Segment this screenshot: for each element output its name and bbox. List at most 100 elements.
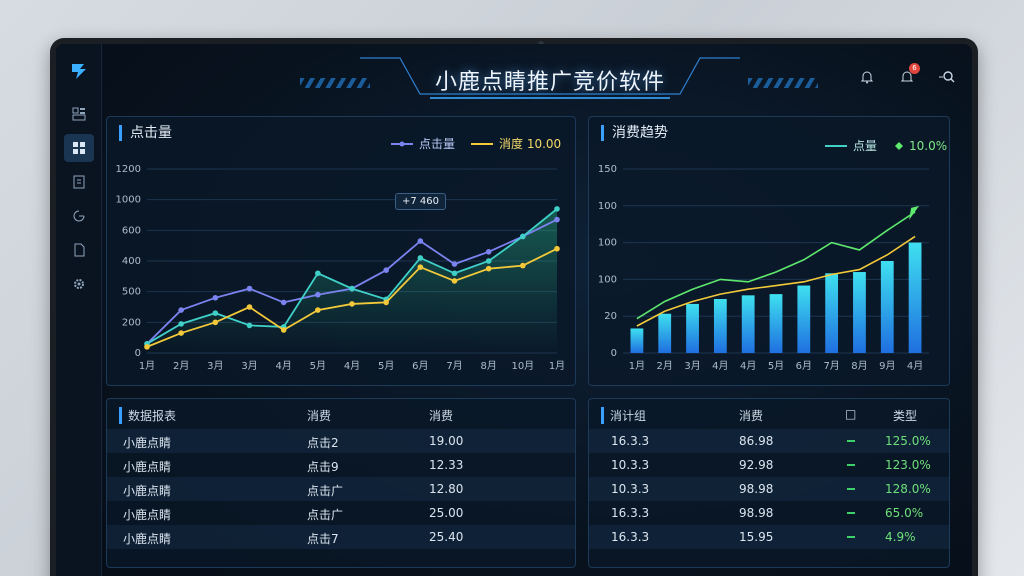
y-tick-label: 400 bbox=[122, 256, 141, 267]
chart-tooltip: +7 460 bbox=[395, 193, 447, 210]
table-row[interactable]: 小鹿点睛 点击广 12.80 bbox=[107, 477, 575, 501]
table-row[interactable]: 10.3.3 98.98 128.0% bbox=[589, 477, 949, 501]
data-point bbox=[417, 255, 424, 261]
x-tick-label: 7月 bbox=[446, 360, 462, 372]
data-point bbox=[520, 262, 526, 269]
spend-bar-chart: 0 20 100 100 100 150 1月 2月 3月 4月 4月 5月 6月 7月 8月 9月 4月 bbox=[598, 164, 929, 372]
table-cell: 10.3.3 bbox=[611, 482, 650, 496]
x-tick-label: 1月 bbox=[139, 360, 155, 372]
data-point bbox=[144, 344, 150, 350]
sidebar-item-dashboard[interactable] bbox=[64, 100, 94, 128]
table-row[interactable]: 小鹿点睛 点击9 12.33 bbox=[107, 453, 575, 477]
data-point bbox=[383, 267, 389, 273]
clicks-panel: 点击量 点击量 消度 10.00 0 200 500 400 600 1000 1200 1月… bbox=[106, 116, 576, 386]
top-bar: 小鹿点睛推广竞价软件 6 bbox=[102, 44, 972, 106]
trend-dash-icon bbox=[847, 536, 855, 538]
bar bbox=[769, 294, 783, 353]
table-cell: 16.3.3 bbox=[611, 530, 650, 544]
bar bbox=[880, 261, 894, 353]
y-tick-label: 20 bbox=[604, 311, 617, 322]
data-point bbox=[451, 278, 458, 284]
bar bbox=[713, 299, 727, 353]
table-row[interactable]: 小鹿点睛 点击7 25.40 bbox=[107, 525, 575, 549]
table-cell: 19.00 bbox=[429, 434, 464, 448]
data-point bbox=[417, 238, 424, 244]
sidebar-item-report[interactable] bbox=[64, 168, 94, 196]
table-cell: 98.98 bbox=[739, 506, 774, 520]
spend-panel: 消费趋势 点量 10.0% 0 20 100 100 100 150 1月 2月 3月 4月 4月 5… bbox=[588, 116, 950, 386]
header-checkbox[interactable]: □ bbox=[845, 407, 856, 421]
layout-icon bbox=[73, 142, 85, 154]
message-button[interactable]: 6 bbox=[896, 63, 920, 88]
trend-dash-icon bbox=[847, 440, 855, 442]
top-icons: 6 bbox=[856, 63, 958, 88]
data-point bbox=[451, 261, 458, 267]
trend-dash-icon bbox=[847, 512, 855, 514]
y-tick-label: 150 bbox=[598, 164, 617, 175]
x-tick-label: 6月 bbox=[796, 360, 812, 372]
x-tick-label: 7月 bbox=[823, 360, 839, 372]
sidebar-item-settings[interactable] bbox=[64, 270, 94, 298]
bar bbox=[741, 295, 755, 353]
table-cell: 小鹿点睛 bbox=[123, 436, 172, 450]
table-row[interactable]: 10.3.3 92.98 123.0% bbox=[589, 453, 949, 477]
table-cell: 16.3.3 bbox=[611, 506, 650, 520]
clicks-line-chart: 0 200 500 400 600 1000 1200 1月 2月 3月 3月 4月 5月 4月 5月 6月 7… bbox=[116, 164, 566, 372]
data-point bbox=[485, 258, 492, 264]
table-cell: 92.98 bbox=[739, 458, 774, 472]
search-button[interactable] bbox=[936, 66, 958, 88]
data-point bbox=[315, 291, 321, 298]
x-tick-label: 2月 bbox=[657, 360, 673, 372]
bar bbox=[658, 313, 672, 353]
data-point bbox=[520, 233, 526, 240]
app-title: 小鹿点睛推广竞价软件 bbox=[434, 70, 665, 95]
data-point bbox=[212, 319, 219, 326]
x-tick-label: 8月 bbox=[851, 360, 867, 372]
table-cell: 128.0% bbox=[885, 482, 931, 496]
sidebar-item-document[interactable] bbox=[64, 236, 94, 264]
x-tick-label: 3月 bbox=[684, 360, 700, 372]
sidebar-item-layout[interactable] bbox=[64, 134, 94, 162]
x-tick-label: 6月 bbox=[412, 360, 428, 372]
data-point bbox=[280, 327, 287, 333]
data-point bbox=[315, 307, 321, 313]
sidebar-item-analytics[interactable] bbox=[64, 202, 94, 230]
table-cell: 25.40 bbox=[429, 530, 464, 544]
report-icon bbox=[73, 175, 85, 189]
y-tick-label: 600 bbox=[122, 225, 141, 236]
table-row[interactable]: 16.3.3 86.98 125.0% bbox=[589, 429, 949, 453]
data-point bbox=[212, 295, 219, 301]
table-row[interactable]: 小鹿点睛 点击2 19.00 bbox=[107, 429, 575, 453]
y-tick-label: 100 bbox=[598, 201, 617, 212]
notification-button[interactable] bbox=[856, 66, 878, 88]
settings-icon bbox=[74, 279, 84, 289]
table-row[interactable]: 16.3.3 15.95 4.9% bbox=[589, 525, 949, 549]
header-spend: 消费 bbox=[739, 409, 764, 423]
table-cell: 86.98 bbox=[739, 434, 774, 448]
analytics-icon bbox=[73, 210, 85, 222]
table-cell: 125.0% bbox=[885, 434, 931, 448]
y-tick-label: 1200 bbox=[116, 164, 141, 175]
data-point bbox=[554, 216, 560, 223]
laptop-bezel: 小鹿点睛推广竞价软件 6 点击量 点击量 消度 10.00 0 200 500 … bbox=[50, 38, 978, 576]
x-tick-label: 5月 bbox=[768, 360, 784, 372]
header-type: 类型 bbox=[893, 409, 918, 423]
table-cell: 123.0% bbox=[885, 458, 931, 472]
table-row[interactable]: 16.3.3 98.98 65.0% bbox=[589, 501, 949, 525]
app-screen: 小鹿点睛推广竞价软件 6 点击量 点击量 消度 10.00 0 200 500 … bbox=[56, 44, 972, 576]
data-point bbox=[349, 301, 355, 307]
bar bbox=[630, 328, 644, 353]
y-tick-label: 0 bbox=[135, 348, 141, 359]
data-point bbox=[451, 270, 458, 277]
table-cell: 点击2 bbox=[307, 436, 339, 450]
x-tick-label: 10月 bbox=[511, 360, 534, 372]
document-icon bbox=[74, 243, 85, 257]
table-row[interactable]: 小鹿点睛 点击广 25.00 bbox=[107, 501, 575, 525]
search-icon bbox=[939, 71, 955, 83]
bar bbox=[908, 242, 922, 353]
bell-icon bbox=[860, 71, 874, 84]
table-left-header: 数据报表 消费 消费 bbox=[107, 399, 575, 427]
table-cell: 4.9% bbox=[885, 530, 916, 544]
trend-dash-icon bbox=[847, 488, 855, 490]
table-cell: 12.80 bbox=[429, 482, 464, 496]
